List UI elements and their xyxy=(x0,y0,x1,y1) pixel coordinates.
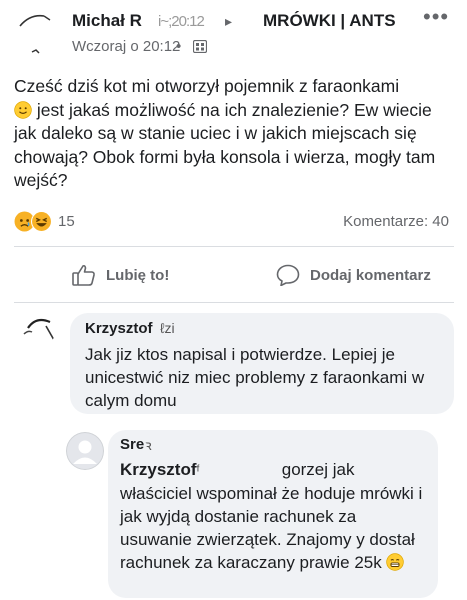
reply-text-rest: właściciel wspominał że hoduje mrówki i … xyxy=(120,484,423,572)
commenter-avatar[interactable] xyxy=(18,310,56,348)
author-avatar[interactable] xyxy=(14,12,60,58)
comments-count-link[interactable]: Komentarze: 40 xyxy=(343,213,449,230)
reply-author-name[interactable]: Sre xyxy=(120,436,144,453)
reply-author-name-scribble: ꝛ xyxy=(145,437,152,453)
group-name-link[interactable]: MRÓWKI | ANTS xyxy=(263,11,396,31)
like-button[interactable]: Lubię to! xyxy=(72,262,169,288)
post-text-part2: jest jakaś możliwość na ich znalezienie?… xyxy=(14,99,436,191)
divider xyxy=(14,246,454,247)
post-author-name[interactable]: Michał R xyxy=(72,11,142,31)
comment-bubble-icon xyxy=(276,264,300,286)
commenter-name-scribble: ℓzi xyxy=(160,320,175,336)
mention-scribble: ᶠ xyxy=(196,462,200,478)
reply-avatar[interactable] xyxy=(66,432,104,470)
comment-button[interactable]: Dodaj komentarz xyxy=(276,262,431,288)
smiling-face-icon xyxy=(14,100,32,119)
reply-text: Krzysztofᶠ gorzej jak właściciel wspomina… xyxy=(120,458,430,574)
like-label: Lubię to! xyxy=(106,266,170,284)
comment-label: Dodaj komentarz xyxy=(310,266,431,284)
post-timestamp[interactable]: Wczoraj o 20:12 xyxy=(72,38,180,55)
dot-separator: • xyxy=(176,38,182,55)
reaction-count: 15 xyxy=(58,212,75,230)
grinning-sweat-icon xyxy=(386,553,405,571)
reactions-summary[interactable]: 15 xyxy=(14,209,75,233)
more-options-icon[interactable]: ••• xyxy=(423,4,449,30)
haha-reaction-icon xyxy=(31,210,52,232)
group-audience-icon xyxy=(192,39,208,54)
commenter-name[interactable]: Krzysztof xyxy=(85,320,153,337)
reply-text-first: gorzej jak xyxy=(281,460,355,479)
divider xyxy=(14,302,454,303)
thumbs-up-icon xyxy=(72,264,95,286)
mention-link[interactable]: Krzysztof xyxy=(120,460,197,479)
post-text: Cześć dziś kot mi otworzył pojemnik z fa… xyxy=(14,75,444,193)
comment-text: Jak jiz ktos napisal i potwierdze. Lepie… xyxy=(85,345,425,410)
post-author-name-scribble: i~;20:12 xyxy=(158,13,205,30)
arrow-right-icon: ▸ xyxy=(225,13,233,29)
post-text-part1: Cześć dziś kot mi otworzył pojemnik z fa… xyxy=(14,76,400,96)
